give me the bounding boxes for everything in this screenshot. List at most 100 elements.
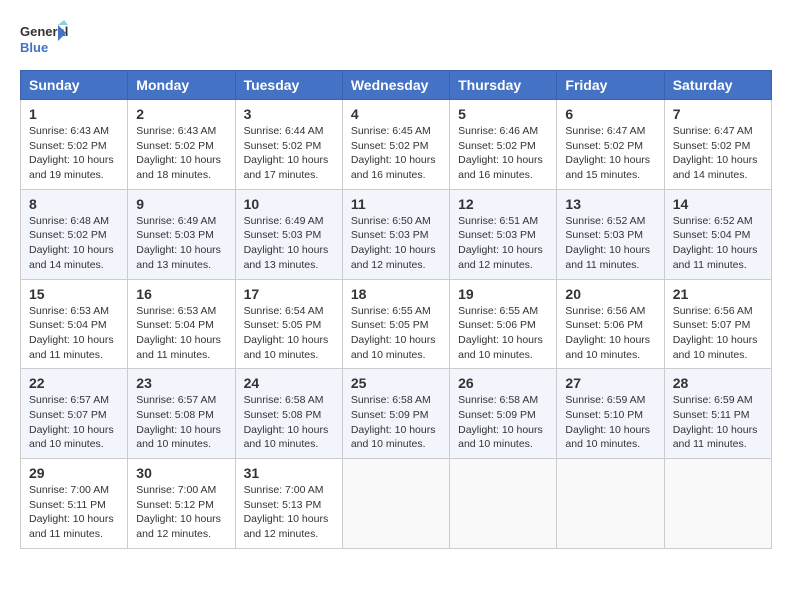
calendar-cell: 15 Sunrise: 6:53 AM Sunset: 5:04 PM Dayli… [21,279,128,369]
calendar-table: SundayMondayTuesdayWednesdayThursdayFrid… [20,70,772,549]
calendar-cell: 12 Sunrise: 6:51 AM Sunset: 5:03 PM Dayli… [450,189,557,279]
day-number: 6 [565,106,655,122]
calendar-day-header: Friday [557,71,664,100]
svg-text:Blue: Blue [20,40,48,55]
day-number: 21 [673,286,763,302]
day-info: Sunrise: 6:49 AM Sunset: 5:03 PM Dayligh… [244,214,334,273]
day-info: Sunrise: 6:58 AM Sunset: 5:08 PM Dayligh… [244,393,334,452]
calendar-header-row: SundayMondayTuesdayWednesdayThursdayFrid… [21,71,772,100]
calendar-cell: 27Sunrise: 6:59 AM Sunset: 5:10 PM Dayli… [557,369,664,459]
calendar-week-row: 1 Sunrise: 6:43 AM Sunset: 5:02 PM Daylig… [21,100,772,190]
day-info: Sunrise: 6:56 AM Sunset: 5:07 PM Dayligh… [673,304,763,363]
calendar-day-header: Monday [128,71,235,100]
calendar-cell: 9 Sunrise: 6:49 AM Sunset: 5:03 PM Daylig… [128,189,235,279]
logo: GeneralBlue [20,20,70,60]
day-info: Sunrise: 6:43 AM Sunset: 5:02 PM Dayligh… [136,124,226,183]
calendar-day-header: Wednesday [342,71,449,100]
calendar-cell: 8 Sunrise: 6:48 AM Sunset: 5:02 PM Daylig… [21,189,128,279]
day-info: Sunrise: 6:49 AM Sunset: 5:03 PM Dayligh… [136,214,226,273]
calendar-cell: 10 Sunrise: 6:49 AM Sunset: 5:03 PM Dayli… [235,189,342,279]
day-number: 16 [136,286,226,302]
day-number: 13 [565,196,655,212]
day-number: 31 [244,465,334,481]
day-number: 17 [244,286,334,302]
day-number: 29 [29,465,119,481]
day-info: Sunrise: 6:53 AM Sunset: 5:04 PM Dayligh… [136,304,226,363]
day-number: 20 [565,286,655,302]
day-info: Sunrise: 6:44 AM Sunset: 5:02 PM Dayligh… [244,124,334,183]
day-number: 28 [673,375,763,391]
day-info: Sunrise: 6:57 AM Sunset: 5:08 PM Dayligh… [136,393,226,452]
day-info: Sunrise: 6:57 AM Sunset: 5:07 PM Dayligh… [29,393,119,452]
calendar-week-row: 22 Sunrise: 6:57 AM Sunset: 5:07 PM Dayli… [21,369,772,459]
calendar-cell: 14Sunrise: 6:52 AM Sunset: 5:04 PM Dayli… [664,189,771,279]
calendar-cell: 31 Sunrise: 7:00 AM Sunset: 5:13 PM Dayli… [235,459,342,549]
day-info: Sunrise: 6:54 AM Sunset: 5:05 PM Dayligh… [244,304,334,363]
day-info: Sunrise: 6:48 AM Sunset: 5:02 PM Dayligh… [29,214,119,273]
day-number: 4 [351,106,441,122]
day-number: 10 [244,196,334,212]
calendar-cell: 2 Sunrise: 6:43 AM Sunset: 5:02 PM Daylig… [128,100,235,190]
day-info: Sunrise: 6:58 AM Sunset: 5:09 PM Dayligh… [351,393,441,452]
calendar-day-header: Thursday [450,71,557,100]
calendar-cell: 16 Sunrise: 6:53 AM Sunset: 5:04 PM Dayli… [128,279,235,369]
day-number: 11 [351,196,441,212]
day-info: Sunrise: 6:46 AM Sunset: 5:02 PM Dayligh… [458,124,548,183]
calendar-cell: 4 Sunrise: 6:45 AM Sunset: 5:02 PM Daylig… [342,100,449,190]
day-info: Sunrise: 6:43 AM Sunset: 5:02 PM Dayligh… [29,124,119,183]
day-info: Sunrise: 6:55 AM Sunset: 5:05 PM Dayligh… [351,304,441,363]
day-info: Sunrise: 6:51 AM Sunset: 5:03 PM Dayligh… [458,214,548,273]
calendar-week-row: 29 Sunrise: 7:00 AM Sunset: 5:11 PM Dayli… [21,459,772,549]
calendar-day-header: Saturday [664,71,771,100]
day-info: Sunrise: 7:00 AM Sunset: 5:12 PM Dayligh… [136,483,226,542]
calendar-cell: 28Sunrise: 6:59 AM Sunset: 5:11 PM Dayli… [664,369,771,459]
day-info: Sunrise: 7:00 AM Sunset: 5:11 PM Dayligh… [29,483,119,542]
day-number: 30 [136,465,226,481]
calendar-cell [664,459,771,549]
calendar-cell: 24Sunrise: 6:58 AM Sunset: 5:08 PM Dayli… [235,369,342,459]
day-number: 15 [29,286,119,302]
calendar-cell: 6 Sunrise: 6:47 AM Sunset: 5:02 PM Daylig… [557,100,664,190]
day-number: 19 [458,286,548,302]
day-number: 27 [565,375,655,391]
calendar-cell: 29 Sunrise: 7:00 AM Sunset: 5:11 PM Dayli… [21,459,128,549]
day-info: Sunrise: 6:53 AM Sunset: 5:04 PM Dayligh… [29,304,119,363]
calendar-week-row: 15 Sunrise: 6:53 AM Sunset: 5:04 PM Dayli… [21,279,772,369]
page-header: GeneralBlue [20,20,772,60]
calendar-day-header: Sunday [21,71,128,100]
day-info: Sunrise: 6:47 AM Sunset: 5:02 PM Dayligh… [565,124,655,183]
day-info: Sunrise: 6:58 AM Sunset: 5:09 PM Dayligh… [458,393,548,452]
day-number: 8 [29,196,119,212]
day-info: Sunrise: 6:47 AM Sunset: 5:02 PM Dayligh… [673,124,763,183]
day-number: 3 [244,106,334,122]
day-number: 5 [458,106,548,122]
calendar-cell: 21 Sunrise: 6:56 AM Sunset: 5:07 PM Dayli… [664,279,771,369]
calendar-cell: 18 Sunrise: 6:55 AM Sunset: 5:05 PM Dayli… [342,279,449,369]
calendar-day-header: Tuesday [235,71,342,100]
calendar-cell: 17 Sunrise: 6:54 AM Sunset: 5:05 PM Dayli… [235,279,342,369]
day-number: 9 [136,196,226,212]
calendar-cell: 23 Sunrise: 6:57 AM Sunset: 5:08 PM Dayli… [128,369,235,459]
day-number: 14 [673,196,763,212]
day-info: Sunrise: 6:56 AM Sunset: 5:06 PM Dayligh… [565,304,655,363]
day-info: Sunrise: 6:50 AM Sunset: 5:03 PM Dayligh… [351,214,441,273]
calendar-cell: 30 Sunrise: 7:00 AM Sunset: 5:12 PM Dayli… [128,459,235,549]
day-number: 12 [458,196,548,212]
calendar-cell: 3 Sunrise: 6:44 AM Sunset: 5:02 PM Daylig… [235,100,342,190]
day-number: 18 [351,286,441,302]
calendar-cell: 22 Sunrise: 6:57 AM Sunset: 5:07 PM Dayli… [21,369,128,459]
calendar-cell: 7 Sunrise: 6:47 AM Sunset: 5:02 PM Daylig… [664,100,771,190]
day-number: 26 [458,375,548,391]
day-info: Sunrise: 6:45 AM Sunset: 5:02 PM Dayligh… [351,124,441,183]
calendar-cell [557,459,664,549]
day-number: 7 [673,106,763,122]
calendar-week-row: 8 Sunrise: 6:48 AM Sunset: 5:02 PM Daylig… [21,189,772,279]
logo-svg: GeneralBlue [20,20,70,60]
day-number: 2 [136,106,226,122]
day-info: Sunrise: 7:00 AM Sunset: 5:13 PM Dayligh… [244,483,334,542]
day-number: 22 [29,375,119,391]
day-number: 1 [29,106,119,122]
day-number: 23 [136,375,226,391]
calendar-cell [342,459,449,549]
calendar-cell: 1 Sunrise: 6:43 AM Sunset: 5:02 PM Daylig… [21,100,128,190]
